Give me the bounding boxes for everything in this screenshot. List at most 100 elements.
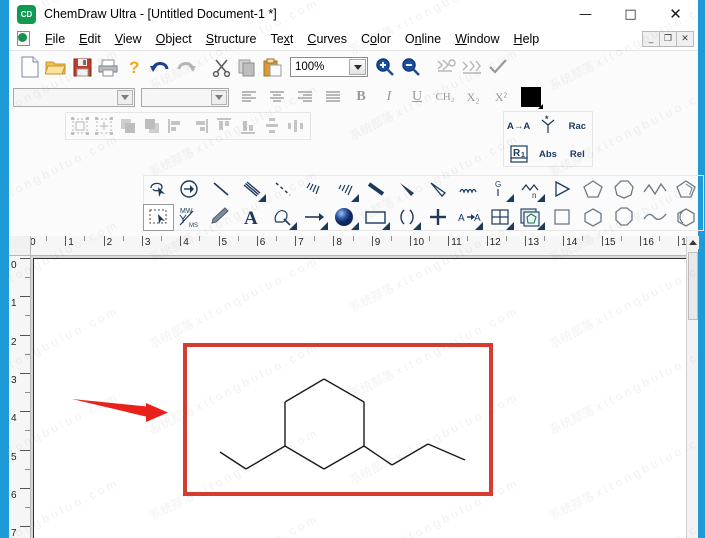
brackets-icon[interactable] bbox=[391, 204, 422, 231]
new-document-icon[interactable] bbox=[17, 54, 43, 80]
menu-item-object[interactable]: Object bbox=[149, 30, 199, 48]
mdi-close-button[interactable]: ✕ bbox=[676, 31, 694, 47]
bond[interactable] bbox=[219, 451, 247, 470]
save-icon[interactable] bbox=[69, 54, 95, 80]
wedged-bond-icon[interactable] bbox=[391, 176, 422, 203]
square-ring-icon[interactable] bbox=[546, 204, 577, 231]
bond[interactable] bbox=[245, 445, 286, 470]
align-justify-icon[interactable] bbox=[319, 86, 347, 108]
minimize-button[interactable]: — bbox=[563, 0, 608, 28]
menu-item-view[interactable]: View bbox=[108, 30, 149, 48]
redo-icon[interactable] bbox=[173, 54, 199, 80]
italic-button[interactable]: I bbox=[375, 86, 403, 108]
mdi-restore-button[interactable]: ❐ bbox=[659, 31, 677, 47]
bond[interactable] bbox=[427, 443, 466, 461]
chevron-down-icon[interactable] bbox=[349, 59, 366, 75]
plus-symbol-icon[interactable] bbox=[422, 204, 453, 231]
cyclohexane-ring-icon[interactable] bbox=[577, 204, 608, 231]
racemic-button[interactable]: Rac bbox=[563, 113, 592, 139]
zoom-out-icon[interactable] bbox=[398, 54, 424, 80]
subscript-button[interactable]: X₂ bbox=[459, 86, 487, 108]
cycloheptane-ring-icon[interactable] bbox=[608, 176, 639, 203]
hashed-wedge-bond-icon[interactable] bbox=[329, 176, 360, 203]
print-icon[interactable] bbox=[95, 54, 121, 80]
copy-icon[interactable] bbox=[234, 54, 260, 80]
paste-icon[interactable] bbox=[260, 54, 286, 80]
clean-structure-icon[interactable] bbox=[433, 54, 459, 80]
font-size-combo[interactable] bbox=[141, 87, 229, 107]
horizontal-ruler[interactable]: 01234567891011121314151617 bbox=[31, 236, 686, 256]
help-question-icon[interactable]: ? bbox=[121, 54, 147, 80]
frame-rectangle-icon[interactable] bbox=[360, 204, 391, 231]
vertical-ruler[interactable]: 0 1 2 3 4 5 6 7 bbox=[9, 256, 31, 538]
subscript-formula-button[interactable]: CH₂ bbox=[431, 86, 459, 108]
menu-item-edit[interactable]: Edit bbox=[72, 30, 108, 48]
chain-group-icon[interactable]: G bbox=[484, 176, 515, 203]
multiple-bond-icon[interactable] bbox=[236, 176, 267, 203]
bond[interactable] bbox=[284, 445, 325, 470]
zoom-in-icon[interactable] bbox=[372, 54, 398, 80]
atom-to-atom-map-button[interactable]: A→A bbox=[504, 113, 533, 139]
cut-scissors-icon[interactable] bbox=[208, 54, 234, 80]
chevron-down-icon[interactable] bbox=[117, 89, 133, 105]
wavy-bond-icon[interactable] bbox=[453, 176, 484, 203]
hollow-wedge-bond-icon[interactable] bbox=[422, 176, 453, 203]
dashed-bond-icon[interactable] bbox=[267, 176, 298, 203]
mdi-minimize-button[interactable]: _ bbox=[642, 31, 660, 47]
bond[interactable] bbox=[363, 445, 393, 466]
menu-item-file[interactable]: FFileile bbox=[38, 30, 72, 48]
polymer-bracket-icon[interactable]: n bbox=[515, 176, 546, 203]
wave-icon[interactable] bbox=[639, 204, 670, 231]
lasso-select-icon[interactable] bbox=[143, 176, 174, 203]
chain-tool-icon[interactable] bbox=[639, 176, 670, 203]
font-family-combo[interactable] bbox=[13, 87, 135, 107]
zoom-combo[interactable]: 100% bbox=[290, 57, 368, 77]
bond[interactable] bbox=[323, 445, 365, 470]
r-group-button[interactable]: R 1 bbox=[504, 141, 533, 167]
benzene-ring-icon[interactable] bbox=[670, 204, 701, 231]
cyclopentane-ring-icon[interactable] bbox=[577, 176, 608, 203]
align-right-icon[interactable] bbox=[291, 86, 319, 108]
text-tool-icon[interactable]: A bbox=[236, 204, 267, 231]
eraser-icon[interactable] bbox=[174, 176, 205, 203]
undo-icon[interactable] bbox=[147, 54, 173, 80]
bond[interactable] bbox=[391, 443, 429, 466]
table-icon[interactable] bbox=[484, 204, 515, 231]
scroll-up-icon[interactable] bbox=[687, 236, 699, 249]
align-center-icon[interactable] bbox=[263, 86, 291, 108]
text-color-swatch[interactable] bbox=[521, 87, 543, 109]
check-structure-icon[interactable] bbox=[485, 54, 511, 80]
orbital-icon[interactable] bbox=[329, 204, 360, 231]
vertical-scrollbar[interactable] bbox=[686, 236, 699, 538]
templates-icon[interactable] bbox=[515, 204, 546, 231]
pen-icon[interactable] bbox=[205, 204, 236, 231]
stereo-center-icon[interactable]: * bbox=[533, 113, 562, 139]
chevron-down-icon[interactable] bbox=[211, 89, 227, 105]
menu-item-help[interactable]: Help bbox=[507, 30, 547, 48]
close-button[interactable]: ✕ bbox=[653, 0, 698, 28]
pen-nib-icon[interactable] bbox=[267, 204, 298, 231]
superscript-button[interactable]: X² bbox=[487, 86, 515, 108]
bond[interactable] bbox=[284, 378, 325, 403]
bond[interactable] bbox=[323, 378, 365, 403]
menu-item-color[interactable]: Color bbox=[354, 30, 398, 48]
menu-item-structure[interactable]: Structure bbox=[199, 30, 264, 48]
align-left-icon[interactable] bbox=[235, 86, 263, 108]
molecular-weight-icon[interactable]: MW MS bbox=[174, 204, 205, 231]
relative-button[interactable]: Rel bbox=[563, 141, 592, 167]
underline-button[interactable]: U bbox=[403, 86, 431, 108]
document-canvas[interactable] bbox=[31, 256, 686, 538]
solid-bond-icon[interactable] bbox=[205, 176, 236, 203]
maximize-button[interactable]: □ bbox=[608, 0, 653, 28]
menu-item-text[interactable]: Text bbox=[263, 30, 300, 48]
clean-reaction-icon[interactable] bbox=[459, 54, 485, 80]
cyclooctane-ring-icon[interactable] bbox=[608, 204, 639, 231]
bold-button[interactable]: B bbox=[347, 86, 375, 108]
cyclopentadiene-ring-icon[interactable] bbox=[670, 176, 701, 203]
absolute-button[interactable]: Abs bbox=[533, 141, 562, 167]
atom-map-icon[interactable]: A A bbox=[453, 204, 484, 231]
arrow-triangle-icon[interactable] bbox=[546, 176, 577, 203]
scrollbar-thumb[interactable] bbox=[688, 252, 698, 320]
bold-bond-icon[interactable] bbox=[360, 176, 391, 203]
menu-item-online[interactable]: Online bbox=[398, 30, 448, 48]
